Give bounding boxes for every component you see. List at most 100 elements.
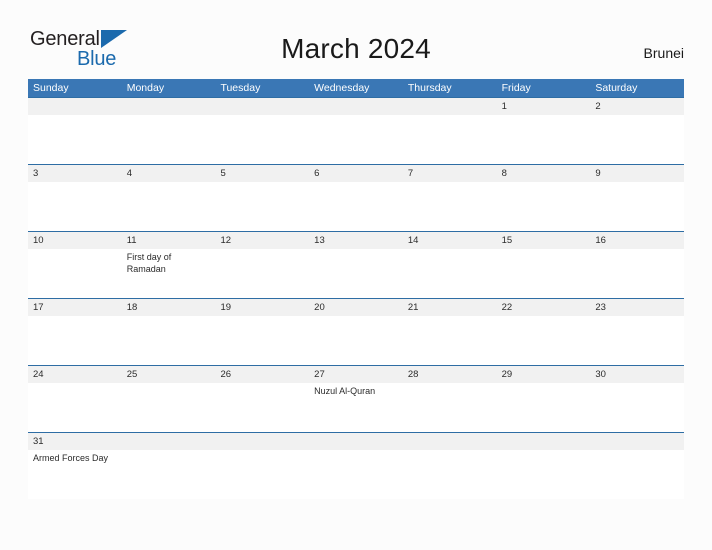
day-number[interactable] bbox=[309, 98, 403, 115]
day-cell[interactable] bbox=[403, 249, 497, 298]
day-number[interactable]: 5 bbox=[215, 165, 309, 182]
day-cell[interactable] bbox=[309, 115, 403, 164]
day-number[interactable]: 8 bbox=[497, 165, 591, 182]
day-number-band: 24 25 26 27 28 29 30 bbox=[28, 366, 684, 383]
day-number[interactable]: 31 bbox=[28, 433, 122, 450]
day-number-band: 31 bbox=[28, 433, 684, 450]
day-cell[interactable] bbox=[28, 383, 122, 432]
day-cell[interactable] bbox=[590, 383, 684, 432]
day-cell[interactable] bbox=[590, 182, 684, 231]
day-cell[interactable]: First day of Ramadan bbox=[122, 249, 216, 298]
day-cell[interactable] bbox=[28, 249, 122, 298]
day-number[interactable] bbox=[215, 98, 309, 115]
day-cell[interactable] bbox=[309, 316, 403, 365]
calendar-grid: Sunday Monday Tuesday Wednesday Thursday… bbox=[28, 79, 684, 499]
day-number[interactable]: 3 bbox=[28, 165, 122, 182]
day-number[interactable]: 22 bbox=[497, 299, 591, 316]
day-number[interactable] bbox=[309, 433, 403, 450]
day-cell[interactable] bbox=[122, 450, 216, 499]
day-cell[interactable]: Nuzul Al-Quran bbox=[309, 383, 403, 432]
day-events-band: Armed Forces Day bbox=[28, 450, 684, 499]
day-cell[interactable] bbox=[122, 182, 216, 231]
day-number[interactable]: 6 bbox=[309, 165, 403, 182]
day-cell[interactable] bbox=[497, 450, 591, 499]
day-number[interactable]: 15 bbox=[497, 232, 591, 249]
day-cell[interactable] bbox=[403, 182, 497, 231]
day-number[interactable]: 4 bbox=[122, 165, 216, 182]
day-cell[interactable] bbox=[403, 450, 497, 499]
day-cell[interactable] bbox=[28, 316, 122, 365]
day-number[interactable]: 21 bbox=[403, 299, 497, 316]
day-number-band: 1 2 bbox=[28, 98, 684, 115]
day-cell[interactable]: Armed Forces Day bbox=[28, 450, 122, 499]
day-number[interactable]: 23 bbox=[590, 299, 684, 316]
day-cell[interactable] bbox=[309, 450, 403, 499]
day-cell[interactable] bbox=[590, 249, 684, 298]
page-title: March 2024 bbox=[281, 33, 431, 64]
day-cell[interactable] bbox=[403, 115, 497, 164]
day-number[interactable]: 26 bbox=[215, 366, 309, 383]
day-number-band: 17 18 19 20 21 22 23 bbox=[28, 299, 684, 316]
day-events-band bbox=[28, 115, 684, 164]
day-cell[interactable] bbox=[215, 249, 309, 298]
day-number[interactable]: 24 bbox=[28, 366, 122, 383]
day-cell[interactable] bbox=[28, 115, 122, 164]
day-number[interactable]: 14 bbox=[403, 232, 497, 249]
day-cell[interactable] bbox=[590, 450, 684, 499]
day-number[interactable] bbox=[497, 433, 591, 450]
day-cell[interactable] bbox=[590, 115, 684, 164]
day-number[interactable] bbox=[122, 433, 216, 450]
day-events-band: First day of Ramadan bbox=[28, 249, 684, 298]
day-number[interactable]: 19 bbox=[215, 299, 309, 316]
day-number[interactable]: 20 bbox=[309, 299, 403, 316]
day-number[interactable]: 16 bbox=[590, 232, 684, 249]
day-cell[interactable] bbox=[497, 115, 591, 164]
day-number[interactable]: 11 bbox=[122, 232, 216, 249]
calendar-week-row: 3 4 5 6 7 8 9 bbox=[28, 164, 684, 231]
day-cell[interactable] bbox=[309, 249, 403, 298]
day-number[interactable]: 25 bbox=[122, 366, 216, 383]
day-number[interactable]: 10 bbox=[28, 232, 122, 249]
day-cell[interactable] bbox=[497, 249, 591, 298]
day-number[interactable]: 17 bbox=[28, 299, 122, 316]
day-cell[interactable] bbox=[215, 450, 309, 499]
day-number-band: 10 11 12 13 14 15 16 bbox=[28, 232, 684, 249]
day-number[interactable] bbox=[28, 98, 122, 115]
day-cell[interactable] bbox=[122, 383, 216, 432]
day-cell[interactable] bbox=[122, 115, 216, 164]
day-cell[interactable] bbox=[497, 182, 591, 231]
calendar-week-row: 17 18 19 20 21 22 23 bbox=[28, 298, 684, 365]
day-events-band: Nuzul Al-Quran bbox=[28, 383, 684, 432]
day-number[interactable] bbox=[403, 98, 497, 115]
day-number[interactable]: 29 bbox=[497, 366, 591, 383]
day-number-band: 3 4 5 6 7 8 9 bbox=[28, 165, 684, 182]
day-number[interactable]: 30 bbox=[590, 366, 684, 383]
day-number[interactable]: 2 bbox=[590, 98, 684, 115]
day-cell[interactable] bbox=[215, 115, 309, 164]
day-number[interactable]: 12 bbox=[215, 232, 309, 249]
day-number[interactable] bbox=[590, 433, 684, 450]
day-cell[interactable] bbox=[403, 316, 497, 365]
day-number[interactable]: 9 bbox=[590, 165, 684, 182]
day-number[interactable]: 18 bbox=[122, 299, 216, 316]
day-number[interactable]: 7 bbox=[403, 165, 497, 182]
day-number[interactable]: 27 bbox=[309, 366, 403, 383]
day-cell[interactable] bbox=[215, 316, 309, 365]
day-number[interactable]: 28 bbox=[403, 366, 497, 383]
day-cell[interactable] bbox=[215, 383, 309, 432]
day-cell[interactable] bbox=[122, 316, 216, 365]
day-number[interactable] bbox=[215, 433, 309, 450]
day-cell[interactable] bbox=[497, 316, 591, 365]
calendar-week-row: 10 11 12 13 14 15 16 First day of Ramada… bbox=[28, 231, 684, 298]
day-number[interactable]: 13 bbox=[309, 232, 403, 249]
day-number[interactable]: 1 bbox=[497, 98, 591, 115]
day-number[interactable] bbox=[403, 433, 497, 450]
day-cell[interactable] bbox=[215, 182, 309, 231]
day-cell[interactable] bbox=[309, 182, 403, 231]
day-cell[interactable] bbox=[28, 182, 122, 231]
day-cell[interactable] bbox=[497, 383, 591, 432]
day-cell[interactable] bbox=[590, 316, 684, 365]
day-cell[interactable] bbox=[403, 383, 497, 432]
weekday-header-friday: Friday bbox=[501, 82, 531, 94]
day-number[interactable] bbox=[122, 98, 216, 115]
